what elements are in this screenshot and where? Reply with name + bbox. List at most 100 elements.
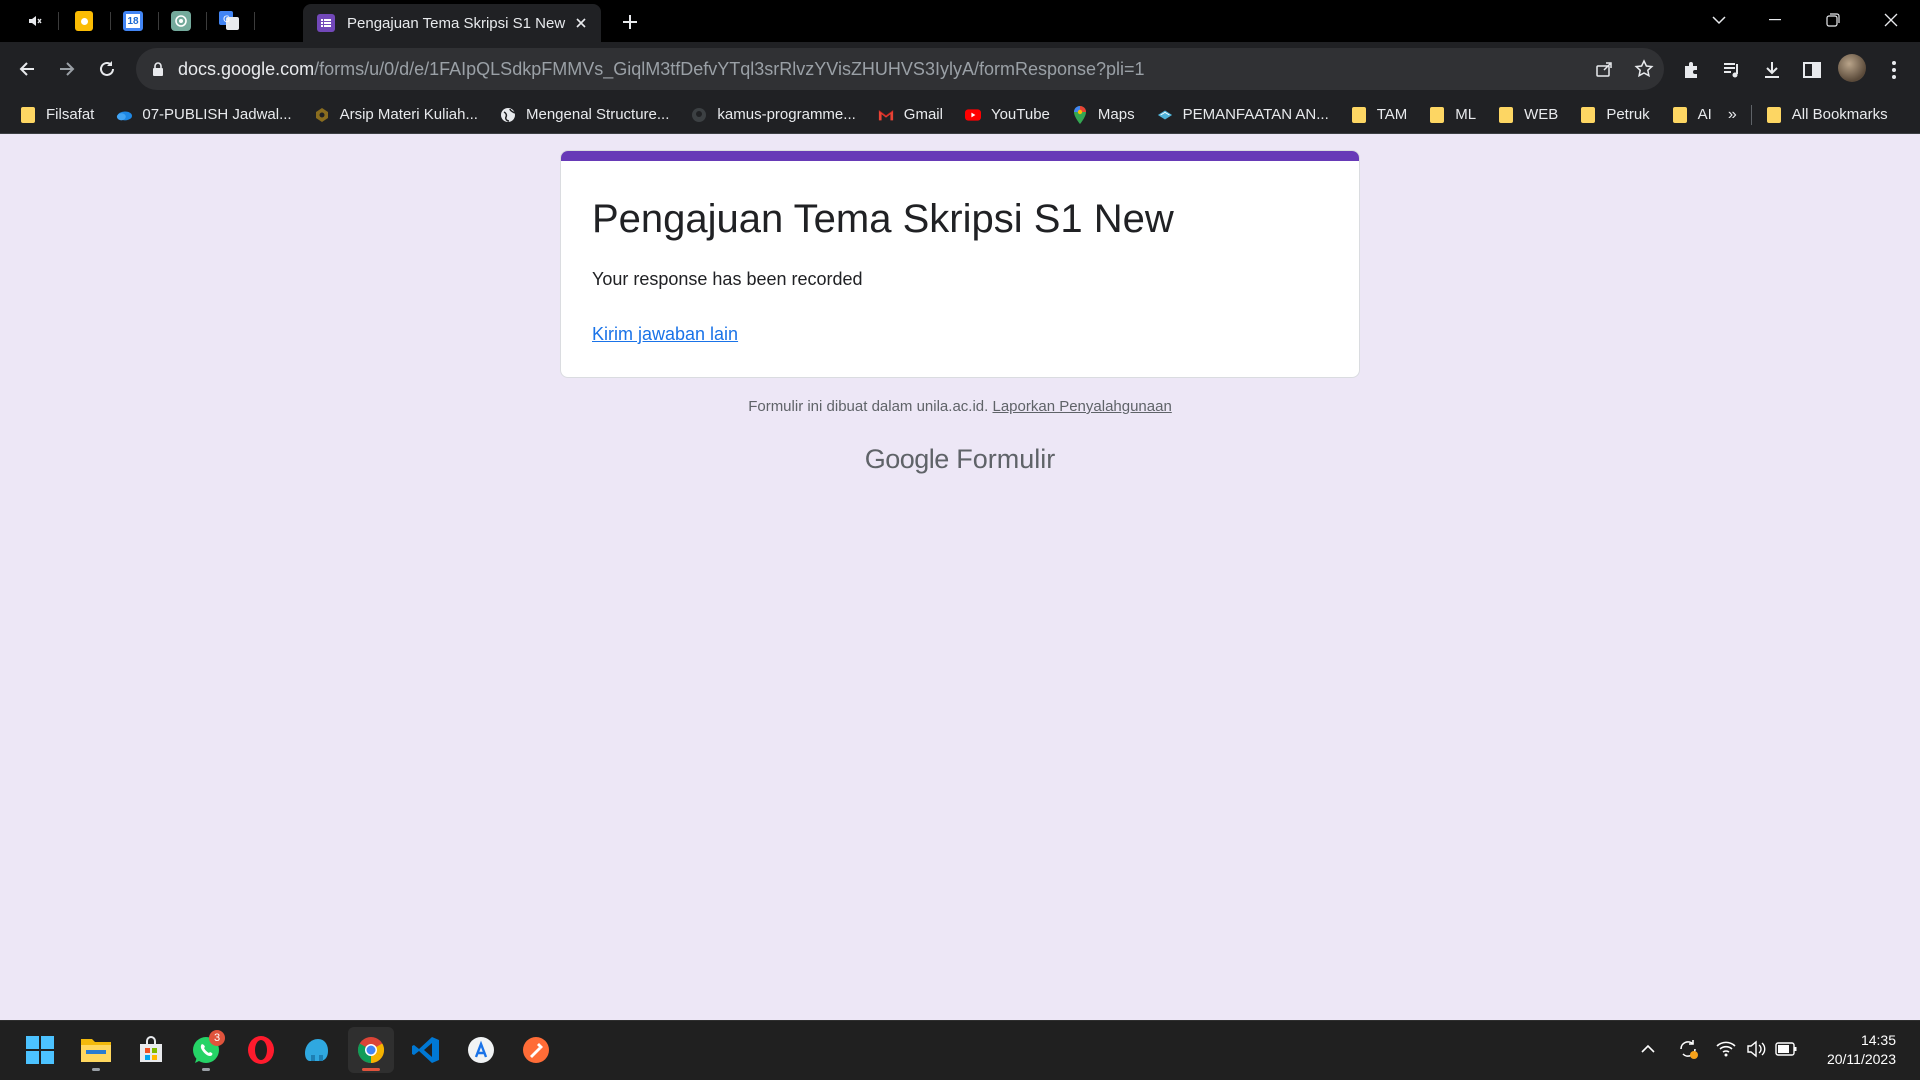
- restore-icon: [1826, 13, 1840, 27]
- google-forms-logo[interactable]: Google Formulir: [0, 444, 1920, 475]
- bookmark-item[interactable]: Gmail: [878, 106, 943, 123]
- bookmarks-overflow-button[interactable]: »: [1728, 106, 1737, 124]
- chrome-icon: [357, 1037, 385, 1064]
- folder-icon: [1429, 106, 1445, 123]
- bookmark-star-button[interactable]: [1624, 52, 1664, 86]
- bookmark-item[interactable]: kamus-programme...: [691, 106, 856, 123]
- bookmark-item[interactable]: AI: [1672, 106, 1712, 123]
- opera-icon: [248, 1036, 274, 1064]
- taskbar-file-explorer[interactable]: [73, 1027, 119, 1073]
- queue-music-icon: [1724, 63, 1738, 78]
- google-forms-icon: [317, 14, 335, 32]
- bookmark-item[interactable]: Arsip Materi Kuliah...: [314, 106, 478, 123]
- pinned-tab-translate[interactable]: G: [210, 7, 248, 35]
- close-window-button[interactable]: [1862, 0, 1920, 40]
- google-wordmark: Google: [864, 444, 950, 474]
- bookmark-item[interactable]: Petruk: [1580, 106, 1650, 123]
- pinned-tab-keep[interactable]: [65, 7, 103, 35]
- taskbar-clock[interactable]: 14:35 20/11/2023: [1796, 1031, 1896, 1069]
- tray-overflow-button[interactable]: [1634, 1035, 1662, 1063]
- reload-button[interactable]: [90, 52, 124, 86]
- folder-icon: [20, 106, 36, 123]
- bookmark-item[interactable]: ML: [1429, 106, 1476, 123]
- back-button[interactable]: [10, 52, 44, 86]
- folder-icon: [1351, 106, 1367, 123]
- taskbar-app[interactable]: [293, 1027, 339, 1073]
- extensions-button[interactable]: [1676, 54, 1708, 86]
- minimize-button[interactable]: [1746, 0, 1804, 40]
- media-control-button[interactable]: [1716, 54, 1748, 86]
- taskbar-postman[interactable]: [513, 1027, 559, 1073]
- onedrive-icon: [116, 107, 133, 123]
- gmail-icon: [878, 107, 894, 123]
- bookmark-item[interactable]: Filsafat: [20, 106, 94, 123]
- chevron-down-icon: [1712, 16, 1726, 25]
- bookmark-item[interactable]: PEMANFAATAN AN...: [1157, 106, 1329, 123]
- folder-icon: [1498, 106, 1514, 123]
- report-abuse-link[interactable]: Laporkan Penyalahgunaan: [992, 398, 1171, 415]
- tab-search-button[interactable]: [1690, 0, 1748, 40]
- puzzle-icon: [1685, 62, 1697, 78]
- bookmarks-bar: Filsafat 07-PUBLISH Jadwal... Arsip Mate…: [0, 96, 1920, 134]
- taskbar-vscode[interactable]: [403, 1027, 449, 1073]
- start-button[interactable]: [17, 1027, 63, 1073]
- taskbar-opera[interactable]: [238, 1027, 284, 1073]
- maps-icon: [1072, 105, 1088, 124]
- app-icon: [305, 1039, 328, 1061]
- tab-close-button[interactable]: [571, 13, 591, 33]
- tray-sync[interactable]: [1674, 1035, 1702, 1063]
- battery-icon: [1775, 1042, 1797, 1056]
- pinned-tab-audio[interactable]: [16, 7, 54, 35]
- taskbar-whatsapp[interactable]: 3: [183, 1027, 229, 1073]
- download-icon: [1765, 62, 1779, 78]
- tray-volume[interactable]: [1742, 1035, 1770, 1063]
- new-tab-button[interactable]: [614, 8, 646, 36]
- chevron-up-icon: [1641, 1044, 1655, 1053]
- folder-icon: [1580, 106, 1596, 123]
- chrome-menu-button[interactable]: [1878, 54, 1910, 86]
- bookmark-item[interactable]: TAM: [1351, 106, 1407, 123]
- wifi-icon: [1716, 1041, 1736, 1057]
- lock-icon[interactable]: [150, 61, 166, 77]
- calendar-icon: 18: [123, 11, 143, 31]
- folder-icon: [1766, 106, 1782, 123]
- restore-button[interactable]: [1804, 0, 1862, 40]
- page-content: Pengajuan Tema Skripsi S1 New Your respo…: [0, 134, 1920, 1020]
- clock-time: 14:35: [1860, 1032, 1896, 1048]
- forward-button[interactable]: [50, 52, 84, 86]
- share-button[interactable]: [1584, 52, 1624, 86]
- reload-icon: [100, 61, 114, 76]
- address-bar[interactable]: docs.google.com/forms/u/0/d/e/1FAIpQLSdk…: [136, 48, 1664, 90]
- tray-wifi[interactable]: [1712, 1035, 1740, 1063]
- windows-taskbar: 3 14:35 20/11/2023: [0, 1020, 1920, 1080]
- profile-avatar[interactable]: [1838, 54, 1866, 82]
- all-bookmarks-button[interactable]: All Bookmarks: [1766, 106, 1888, 123]
- site-icon: [1157, 107, 1173, 123]
- form-footer: Formulir ini dibuat dalam unila.ac.id. L…: [0, 398, 1920, 415]
- bookmark-item[interactable]: 07-PUBLISH Jadwal...: [116, 106, 292, 123]
- keep-icon: [75, 11, 93, 31]
- pinned-tab-calendar[interactable]: 18: [114, 7, 152, 35]
- microsoft-store-icon: [140, 1036, 162, 1062]
- bookmark-item[interactable]: WEB: [1498, 106, 1558, 123]
- tab-strip: 18 G Pengajuan Tema Skripsi S1 New: [0, 0, 1920, 42]
- notification-badge: 3: [209, 1030, 225, 1046]
- tab-active[interactable]: Pengajuan Tema Skripsi S1 New: [303, 4, 601, 42]
- plus-icon: [623, 15, 637, 29]
- side-panel-button[interactable]: [1796, 54, 1828, 86]
- downloads-button[interactable]: [1756, 54, 1788, 86]
- bookmark-item[interactable]: Mengenal Structure...: [500, 106, 669, 123]
- bookmark-item[interactable]: YouTube: [964, 106, 1050, 123]
- taskbar-microsoft-store[interactable]: [128, 1027, 174, 1073]
- arrow-right-icon: [60, 62, 75, 76]
- taskbar-chrome[interactable]: [348, 1027, 394, 1073]
- more-vert-icon: [1892, 61, 1896, 79]
- taskbar-app-store[interactable]: [458, 1027, 504, 1073]
- close-icon: [1884, 13, 1898, 27]
- submit-another-link[interactable]: Kirim jawaban lain: [592, 324, 738, 345]
- pinned-tab-chatgpt[interactable]: [162, 7, 200, 35]
- bookmark-item[interactable]: Maps: [1072, 105, 1135, 124]
- side-panel-icon: [1803, 62, 1821, 78]
- arrow-left-icon: [19, 62, 34, 76]
- vscode-icon: [412, 1037, 439, 1063]
